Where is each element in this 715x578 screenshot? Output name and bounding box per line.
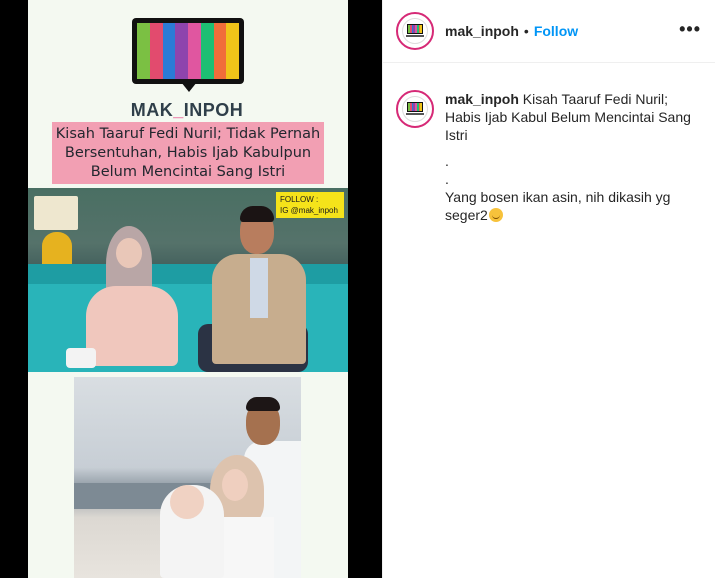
caption-avatar[interactable] [396, 90, 434, 128]
mini-wordmark [406, 113, 424, 115]
avatar[interactable] [396, 12, 434, 50]
mini-tv-icon [407, 102, 423, 112]
caption-avatar-logo-icon [402, 96, 428, 122]
username-link[interactable]: mak_inpoh [445, 23, 519, 39]
tv-color-bar [137, 23, 150, 79]
tv-color-bar [420, 103, 422, 111]
man-hair [240, 206, 274, 222]
post-media[interactable]: MAK_INPOH Kisah Taaruf Fedi Nuril; Tidak… [0, 0, 382, 578]
follow-badge: FOLLOW : IG @mak_inpoh [276, 192, 344, 218]
follow-badge-line2: IG @mak_inpoh [280, 206, 338, 215]
talkshow-photo: FOLLOW : IG @mak_inpoh [28, 188, 348, 372]
instagram-post: MAK_INPOH Kisah Taaruf Fedi Nuril; Tidak… [0, 0, 715, 578]
tv-color-bar [213, 23, 227, 79]
woman-body [86, 286, 178, 366]
family-beach-photo [74, 377, 301, 578]
caption-username[interactable]: mak_inpoh [445, 91, 519, 107]
tv-color-bar [149, 23, 163, 79]
tv-color-bar [200, 23, 214, 79]
follow-badge-line1: FOLLOW : [280, 195, 319, 204]
dad-hair [246, 397, 280, 411]
caption: mak_inpoh Kisah Taaruf Fedi Nuril; Habis… [396, 90, 706, 224]
tv-color-bar [420, 25, 422, 33]
tv-color-bar [175, 23, 188, 79]
headline-banner: Kisah Taaruf Fedi Nuril; Tidak Pernah Be… [52, 122, 324, 184]
caption-text: mak_inpoh Kisah Taaruf Fedi Nuril; Habis… [445, 90, 695, 224]
follow-button[interactable]: Follow [534, 23, 578, 39]
tv-logo-icon [132, 18, 244, 102]
baby-head [170, 485, 204, 519]
caption-dot2: . [445, 171, 449, 187]
tv-color-bar [188, 23, 201, 79]
tv-tail [181, 82, 197, 92]
separator-dot: • [523, 23, 529, 39]
woman-face [116, 238, 142, 268]
avatar-logo-icon [402, 18, 428, 44]
lamp-shade [34, 196, 78, 230]
tv-color-bar [162, 23, 176, 79]
mug [66, 348, 96, 368]
mini-wordmark [406, 35, 424, 37]
caption-line2: Yang bosen ikan asin, nih dikasih yg seg… [445, 189, 671, 223]
media-panel: MAK_INPOH Kisah Taaruf Fedi Nuril; Tidak… [28, 0, 348, 578]
post-sidebar: mak_inpoh • Follow ••• mak_inpoh Kisah T… [382, 0, 715, 578]
brand-wordmark: MAK_INPOH [130, 100, 244, 120]
mini-tv-icon [407, 24, 423, 34]
mom-face [222, 469, 248, 501]
tv-screen [132, 18, 244, 84]
caption-dot1: . [445, 153, 449, 169]
smile-emoji-icon [488, 208, 503, 222]
man-shirt [250, 258, 268, 318]
post-header: mak_inpoh • Follow ••• [383, 0, 715, 63]
more-options-icon[interactable]: ••• [679, 20, 701, 38]
tv-color-bar [226, 23, 239, 79]
